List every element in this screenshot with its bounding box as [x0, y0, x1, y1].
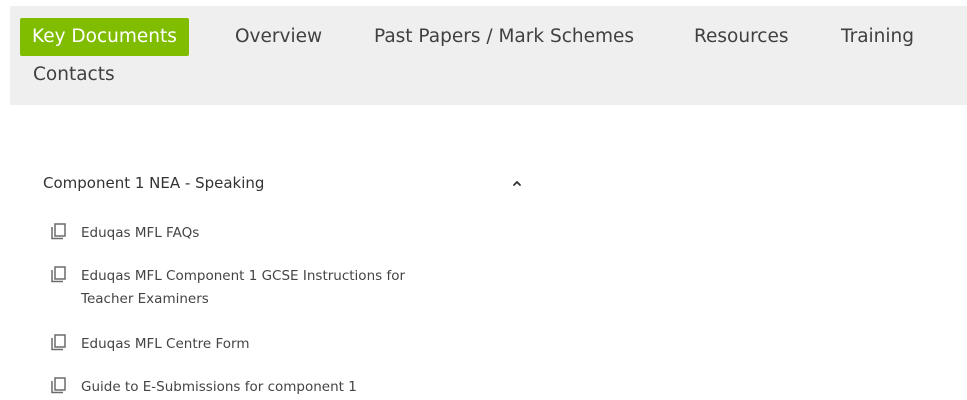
document-copy-icon	[51, 334, 67, 352]
document-link[interactable]: Eduqas MFL FAQs	[81, 222, 461, 245]
list-item[interactable]: Guide to E-Submissions for component 1	[51, 376, 471, 400]
tab-resources[interactable]: Resources	[694, 18, 788, 56]
tab-bar: Key Documents Overview Past Papers / Mar…	[10, 6, 967, 105]
document-link[interactable]: Eduqas MFL Component 1 GCSE Instructions…	[81, 265, 461, 311]
document-link[interactable]: Eduqas MFL Centre Form	[81, 333, 461, 356]
tab-past-papers[interactable]: Past Papers / Mark Schemes	[374, 18, 634, 56]
chevron-up-icon[interactable]	[510, 175, 524, 189]
tab-overview[interactable]: Overview	[235, 18, 322, 56]
list-item[interactable]: Eduqas MFL Centre Form	[51, 333, 471, 357]
document-copy-icon	[51, 266, 67, 284]
tab-key-documents[interactable]: Key Documents	[20, 18, 189, 56]
tab-training[interactable]: Training	[841, 18, 914, 56]
accordion-header[interactable]: Component 1 NEA - Speaking	[43, 172, 528, 200]
document-copy-icon	[51, 377, 67, 395]
list-item[interactable]: Eduqas MFL Component 1 GCSE Instructions…	[51, 265, 471, 313]
accordion-title: Component 1 NEA - Speaking	[43, 174, 265, 192]
tab-contacts[interactable]: Contacts	[33, 56, 115, 94]
list-item[interactable]: Eduqas MFL FAQs	[51, 222, 471, 246]
document-copy-icon	[51, 223, 67, 241]
